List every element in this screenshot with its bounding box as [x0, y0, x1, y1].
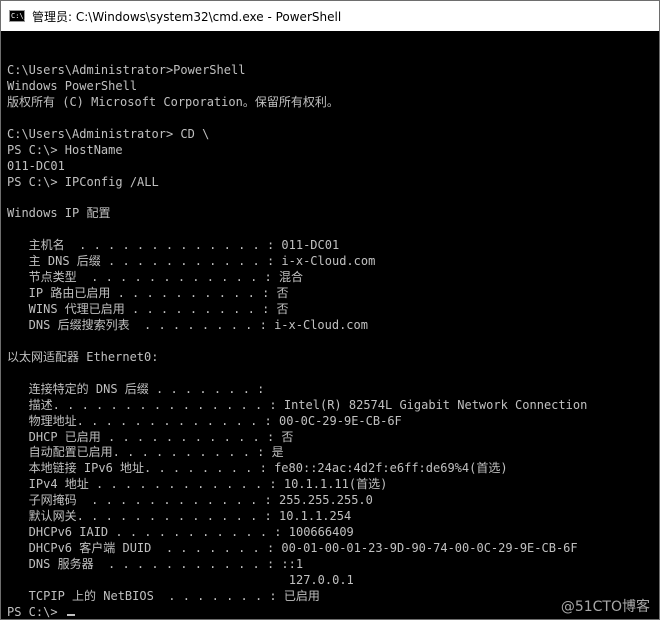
console-line: 版权所有 (C) Microsoft Corporation。保留所有权利。	[7, 94, 339, 109]
console-line: 主 DNS 后缀 . . . . . . . . . . . : i-x-Clo…	[7, 254, 376, 269]
console-line: 连接特定的 DNS 后缀 . . . . . . . :	[7, 381, 265, 396]
console-line: DNS 服务器 . . . . . . . . . . . : ::1	[7, 557, 304, 571]
console-line: Windows IP 配置	[7, 206, 111, 221]
prompt-text: PS C:\>	[7, 604, 65, 619]
console-line: C:\Users\Administrator>PowerShell	[7, 62, 246, 77]
console-line: 描述. . . . . . . . . . . . . . . : Intel(…	[7, 397, 588, 412]
console-line: DHCPv6 客户端 DUID . . . . . . . : 00-01-00…	[7, 541, 578, 556]
console-line: DHCP 已启用 . . . . . . . . . . . : 否	[7, 429, 294, 444]
console-line: 本地链接 IPv6 地址. . . . . . . . : fe80::24ac…	[7, 461, 508, 476]
console-icon: C:\_	[9, 10, 28, 22]
watermark: @51CTO博客	[560, 599, 650, 615]
console-line: 节点类型 . . . . . . . . . . . . : 混合	[7, 270, 303, 285]
powershell-window[interactable]: C:\_ 管理员: C:\Windows\system32\cmd.exe - …	[0, 0, 660, 620]
console-line: PS C:\> IPConfig /ALL	[7, 174, 159, 189]
console-output[interactable]: C:\Users\Administrator>PowerShell Windows…	[1, 31, 659, 619]
console-line: WINS 代理已启用 . . . . . . . . . : 否	[7, 302, 289, 316]
text-cursor	[66, 613, 75, 616]
console-line: 011-DC01	[7, 158, 65, 173]
console-line: Windows PowerShell	[7, 78, 138, 93]
console-line: 物理地址. . . . . . . . . . . . . : 00-0C-29…	[7, 413, 402, 428]
console-line: C:\Users\Administrator> CD \	[7, 126, 210, 141]
console-line: PS C:\> HostName	[7, 142, 123, 157]
console-line: 子网掩码 . . . . . . . . . . . . : 255.255.2…	[7, 493, 373, 508]
console-line: IPv4 地址 . . . . . . . . . . . . : 10.1.1…	[7, 477, 388, 492]
window-title: 管理员: C:\Windows\system32\cmd.exe - Power…	[32, 9, 342, 24]
console-line: DNS 后缀搜索列表 . . . . . . . . : i-x-Cloud.c…	[7, 317, 368, 332]
title-bar[interactable]: C:\_ 管理员: C:\Windows\system32\cmd.exe - …	[1, 1, 659, 31]
console-line: 127.0.0.1	[7, 572, 354, 587]
console-line: 默认网关. . . . . . . . . . . . . : 10.1.1.2…	[7, 509, 352, 524]
console-line: 主机名 . . . . . . . . . . . . . : 011-DC01	[7, 238, 340, 253]
console-line: 以太网适配器 Ethernet0:	[7, 349, 159, 364]
console-line: 自动配置已启用. . . . . . . . . . : 是	[7, 445, 284, 460]
console-line: DHCPv6 IAID . . . . . . . . . . . : 1006…	[7, 525, 354, 540]
console-line: IP 路由已启用 . . . . . . . . . . : 否	[7, 286, 289, 301]
